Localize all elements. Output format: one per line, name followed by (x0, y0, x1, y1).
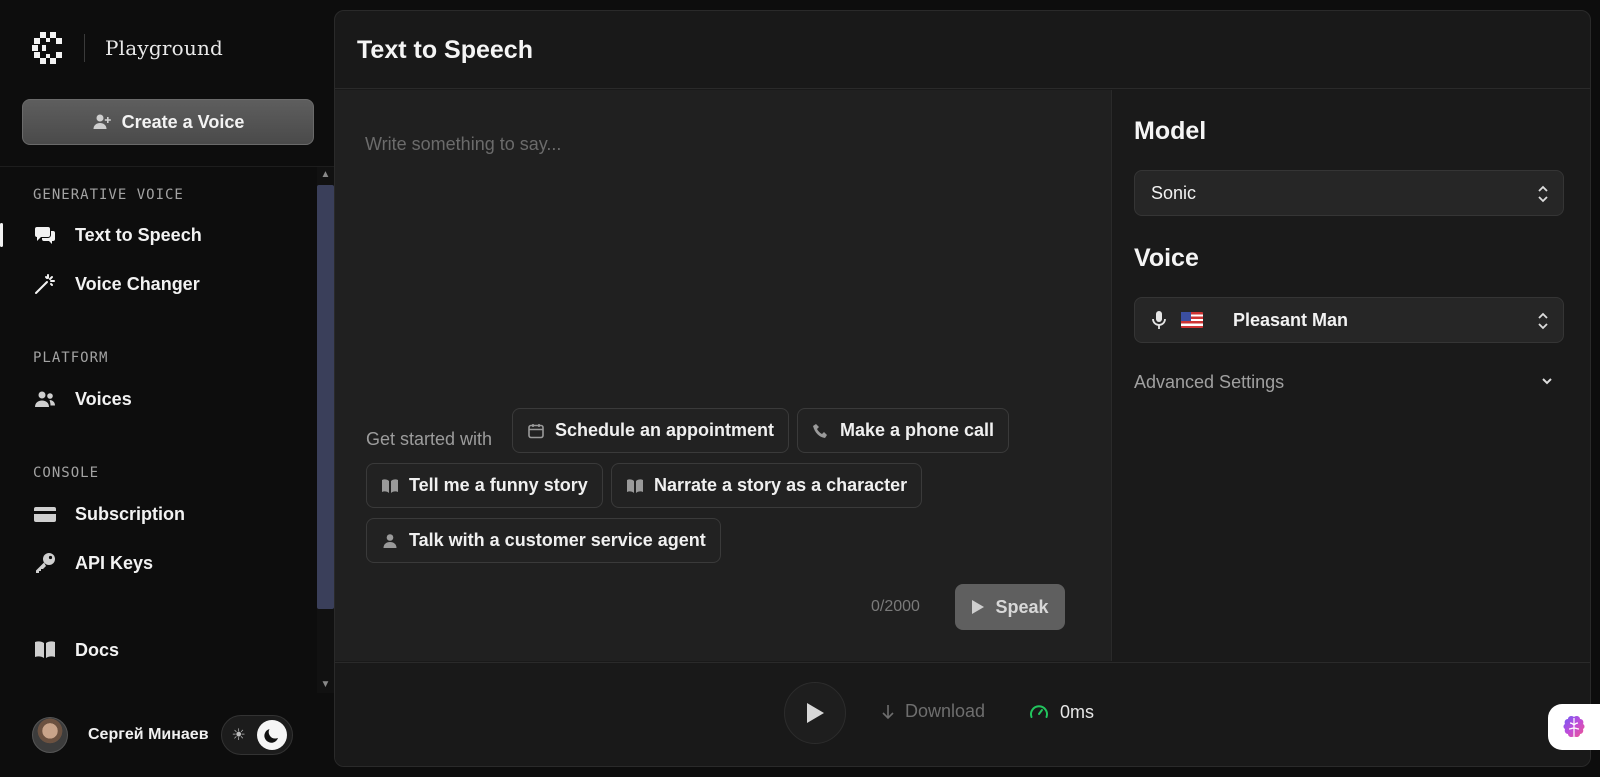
sidebar-item-subscription[interactable]: Subscription (0, 494, 310, 534)
phone-icon (812, 422, 830, 440)
speak-button[interactable]: Speak (955, 584, 1065, 630)
avatar[interactable] (32, 717, 68, 753)
section-label-console: CONSOLE (33, 465, 100, 481)
section-label-generative-voice: GENERATIVE VOICE (33, 187, 184, 203)
scroll-down-icon[interactable]: ▼ (317, 677, 334, 693)
sidebar-nav: ▲ ▼ GENERATIVE VOICE Text to Speech Voic… (0, 166, 334, 693)
settings-panel: Model Sonic Voice Pleasant Man Advanced … (1113, 90, 1590, 661)
book-icon (381, 477, 399, 495)
chip-label: Tell me a funny story (409, 475, 588, 495)
download-label: Download (905, 701, 986, 721)
sidebar-item-label: Voice Changer (75, 273, 200, 294)
download-icon (882, 704, 894, 719)
model-select[interactable]: Sonic (1134, 170, 1564, 216)
text-input[interactable] (335, 90, 1112, 390)
sidebar-item-label: API Keys (75, 552, 154, 573)
calendar-icon (527, 422, 545, 440)
users-icon (33, 387, 57, 411)
suggestion-chip-phone-call[interactable]: Make a phone call (797, 408, 1010, 453)
magic-wand-icon (33, 272, 57, 296)
create-voice-button[interactable]: Create a Voice (22, 99, 314, 145)
brand[interactable]: Playground (32, 30, 223, 66)
get-started-label: Get started with (366, 429, 493, 449)
microphone-icon (1152, 311, 1166, 329)
chip-label: Narrate a story as a character (654, 475, 908, 495)
audio-player: Download 0ms (335, 662, 1590, 766)
book-open-icon (33, 638, 57, 662)
sidebar-item-api-keys[interactable]: API Keys (0, 543, 310, 583)
suggestion-chip-schedule[interactable]: Schedule an appointment (512, 408, 790, 453)
chevron-up-down-icon (1538, 312, 1548, 330)
suggestion-chip-customer-service[interactable]: Talk with a customer service agent (366, 518, 721, 563)
us-flag-icon (1181, 312, 1203, 328)
person-icon (381, 532, 399, 550)
sidebar-item-text-to-speech[interactable]: Text to Speech (0, 215, 310, 255)
brand-name: Playground (105, 36, 224, 60)
sidebar: Playground Create a Voice ▲ ▼ GENERATIVE… (0, 0, 334, 777)
scrollbar-thumb[interactable] (317, 185, 334, 609)
sidebar-item-label: Text to Speech (75, 224, 202, 245)
model-heading: Model (1134, 117, 1207, 145)
advanced-settings-toggle[interactable]: Advanced Settings (1134, 367, 1564, 397)
assistant-widget-button[interactable] (1548, 704, 1600, 750)
main-panel: Text to Speech Get started with Schedule… (334, 10, 1591, 767)
sidebar-item-voice-changer[interactable]: Voice Changer (0, 264, 310, 304)
play-icon (807, 703, 824, 723)
voice-select-value: Pleasant Man (1233, 309, 1349, 330)
chip-label: Talk with a customer service agent (409, 530, 706, 550)
key-icon (33, 551, 57, 575)
chip-label: Make a phone call (840, 420, 995, 440)
page-title: Text to Speech (357, 36, 533, 64)
credit-card-icon (33, 502, 57, 526)
play-icon (972, 600, 985, 614)
theme-toggle[interactable]: ☀ (220, 715, 293, 755)
voice-heading: Voice (1134, 244, 1199, 272)
suggestion-chip-funny-story[interactable]: Tell me a funny story (366, 463, 603, 508)
book-icon (626, 477, 644, 495)
voice-select[interactable]: Pleasant Man (1134, 297, 1564, 343)
sidebar-item-docs[interactable]: Docs (0, 630, 310, 670)
user-name: Сергей Минаев (88, 726, 209, 743)
create-voice-label: Create a Voice (121, 111, 245, 132)
suggestion-chip-narrate-story[interactable]: Narrate a story as a character (611, 463, 923, 508)
gauge-icon (1030, 705, 1048, 718)
text-editor-panel: Get started with Schedule an appointment… (335, 90, 1112, 661)
brand-divider (84, 34, 85, 62)
sun-icon[interactable]: ☀ (232, 725, 246, 745)
chevron-up-down-icon (1538, 185, 1548, 203)
sidebar-item-voices[interactable]: Voices (0, 379, 310, 419)
section-label-platform: PLATFORM (33, 350, 109, 366)
sidebar-item-label: Voices (75, 388, 132, 409)
moon-icon[interactable] (256, 720, 287, 750)
brain-icon (1563, 715, 1585, 738)
app-root: Playground Create a Voice ▲ ▼ GENERATIVE… (0, 0, 1600, 777)
chat-bubbles-icon (33, 223, 57, 247)
logo-icon (32, 32, 62, 64)
advanced-settings-label: Advanced Settings (1134, 371, 1285, 392)
speak-label: Speak (995, 596, 1049, 617)
main-header: Text to Speech (335, 11, 1590, 89)
model-select-value: Sonic (1151, 182, 1197, 203)
user-profile: Сергей Минаев ☀ (0, 693, 334, 777)
scroll-up-icon[interactable]: ▲ (317, 167, 334, 183)
latency-value: 0ms (1060, 701, 1095, 722)
chevron-down-icon (1542, 378, 1552, 385)
chip-label: Schedule an appointment (555, 420, 775, 440)
sidebar-item-label: Docs (75, 639, 120, 660)
latency-indicator: 0ms (1028, 701, 1094, 723)
sidebar-item-label: Subscription (75, 503, 186, 524)
character-counter: 0/2000 (871, 598, 920, 615)
play-button[interactable] (784, 682, 846, 744)
download-button[interactable]: Download (881, 701, 985, 722)
add-user-icon (93, 114, 111, 129)
